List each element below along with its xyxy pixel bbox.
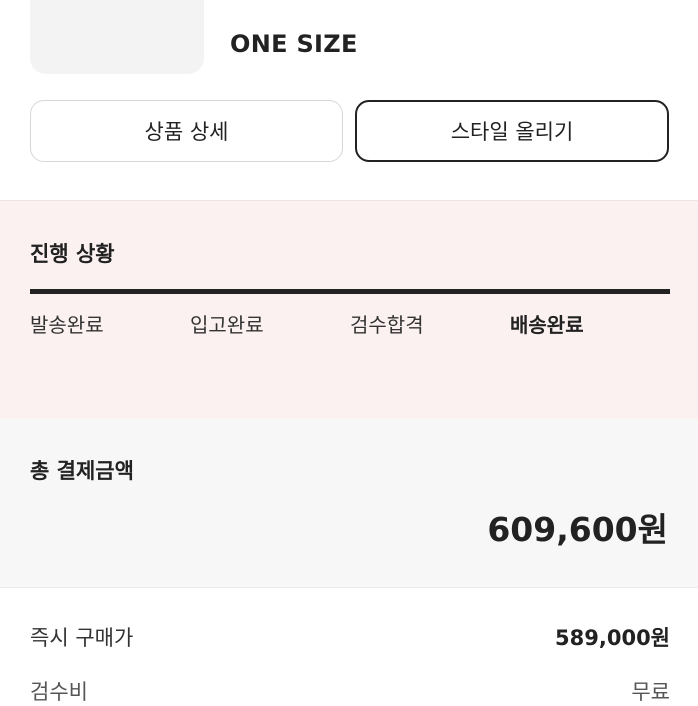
upload-style-button[interactable]: 스타일 올리기 (355, 100, 669, 162)
progress-section: 진행 상황 발송완료 입고완료 검수합격 배송완료 (0, 200, 698, 420)
step-received: 입고완료 (190, 313, 264, 337)
product-thumbnail[interactable] (30, 0, 204, 74)
instant-price-label: 즉시 구매가 (30, 626, 134, 650)
progress-bar (30, 289, 670, 294)
total-amount: 609,600원 (487, 510, 668, 549)
step-delivered: 배송완료 (510, 313, 584, 337)
product-detail-button[interactable]: 상품 상세 (30, 100, 343, 162)
instant-price-row: 즉시 구매가 589,000원 (30, 622, 670, 652)
step-inspection-passed: 검수합격 (350, 313, 424, 337)
inspection-fee-row: 검수비 무료 (30, 676, 670, 706)
payment-title: 총 결제금액 (30, 459, 134, 483)
product-size: ONE SIZE (230, 30, 358, 58)
inspection-fee-value: 무료 (631, 680, 670, 704)
payment-summary: 총 결제금액 609,600원 (0, 419, 698, 588)
step-shipped: 발송완료 (30, 313, 104, 337)
progress-title: 진행 상황 (30, 242, 115, 266)
instant-price-value: 589,000원 (555, 626, 670, 650)
inspection-fee-label: 검수비 (30, 680, 88, 704)
